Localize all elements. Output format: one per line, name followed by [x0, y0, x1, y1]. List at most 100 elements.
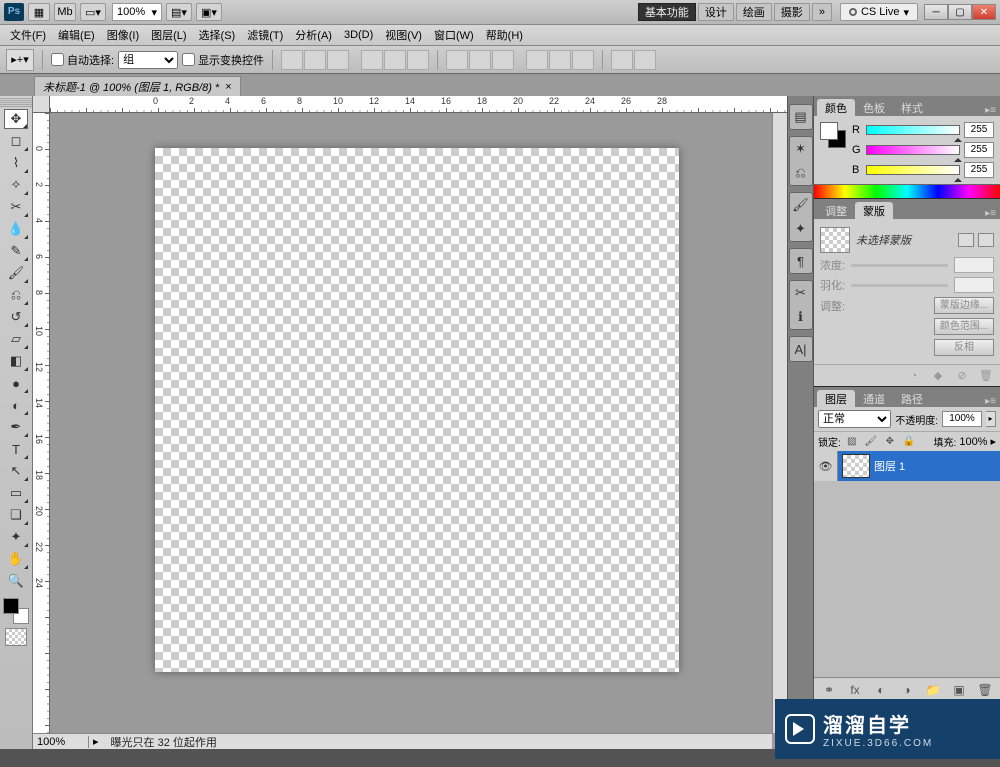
align-group-2[interactable]: [361, 50, 429, 70]
invert-button[interactable]: 反相: [934, 339, 994, 356]
workspace-photo[interactable]: 摄影: [774, 3, 810, 21]
menu-file[interactable]: 文件(F): [4, 25, 52, 45]
minibridge-button[interactable]: Mb: [54, 3, 76, 21]
panel-fg-swatch[interactable]: [820, 122, 838, 140]
menu-3d[interactable]: 3D(D): [338, 27, 379, 43]
document-tab[interactable]: 未标题-1 @ 100% (图层 1, RGB/8) * ×: [34, 76, 241, 96]
lock-position-icon[interactable]: ✥: [882, 435, 898, 449]
workspace-design[interactable]: 设计: [698, 3, 734, 21]
status-doc-info-icon[interactable]: ▸: [89, 735, 103, 748]
slider-g[interactable]: G255: [852, 142, 994, 158]
dock-toolpreset-icon[interactable]: ✦: [792, 220, 810, 238]
fill-value[interactable]: 100%: [959, 436, 987, 448]
lock-transparent-icon[interactable]: ▨: [844, 435, 860, 449]
marquee-tool[interactable]: ◻: [4, 131, 28, 151]
ruler-origin[interactable]: [33, 96, 50, 113]
new-layer-icon[interactable]: ▣: [950, 682, 968, 698]
slider-r[interactable]: R255: [852, 122, 994, 138]
color-panel-menu[interactable]: ▸≡: [985, 105, 996, 116]
bridge-button[interactable]: ▦: [28, 3, 50, 21]
mask-apply-icon[interactable]: ◆: [930, 369, 946, 383]
minimize-button[interactable]: ─: [924, 4, 948, 20]
screen-mode-button[interactable]: ▭▾: [80, 3, 106, 21]
path-tool[interactable]: ↖: [4, 461, 28, 481]
close-button[interactable]: ✕: [972, 4, 996, 20]
scrollbar-vertical[interactable]: [772, 113, 787, 733]
cslive-button[interactable]: CS Live▾: [840, 3, 918, 21]
ruler-horizontal[interactable]: 0246810121416182022242628: [50, 96, 787, 113]
show-transform-checkbox[interactable]: 显示变换控件: [182, 52, 264, 68]
mask-delete-icon[interactable]: 🗑: [978, 369, 994, 383]
menu-filter[interactable]: 滤镜(T): [241, 25, 289, 45]
dock-brush-icon[interactable]: ✶: [792, 140, 810, 158]
spectrum-bar[interactable]: [814, 184, 1000, 198]
mask-panel-menu[interactable]: ▸≡: [985, 208, 996, 219]
opacity-value[interactable]: 100%: [942, 411, 982, 427]
brush-tool[interactable]: 🖌: [4, 263, 28, 283]
toolbox-handle[interactable]: [0, 98, 32, 108]
foreground-swatch[interactable]: [3, 598, 19, 614]
zoom-tool[interactable]: 🔍: [4, 571, 28, 591]
tab-layers[interactable]: 图层: [817, 390, 855, 407]
current-tool-icon[interactable]: ▸+▾: [6, 49, 34, 71]
tab-adjust[interactable]: 调整: [817, 202, 855, 219]
dock-brushpreset-icon[interactable]: 🖌: [792, 196, 810, 214]
extras-button[interactable]: ▣▾: [196, 3, 222, 21]
layer-name[interactable]: 图层 1: [874, 458, 1000, 474]
dock-character-icon[interactable]: A|: [792, 340, 810, 358]
mask-load-icon[interactable]: ◔: [906, 369, 922, 383]
dock-paragraph-icon[interactable]: ¶: [792, 252, 810, 270]
dodge-tool[interactable]: ◐: [4, 395, 28, 415]
3d-tool[interactable]: ❏: [4, 505, 28, 525]
delete-layer-icon[interactable]: 🗑: [976, 682, 994, 698]
layer-thumb[interactable]: [842, 454, 870, 478]
tab-swatches[interactable]: 色板: [855, 99, 893, 116]
quickmask-toggle[interactable]: [5, 628, 27, 646]
color-swatches[interactable]: [3, 598, 29, 624]
lock-all-icon[interactable]: 🔒: [901, 435, 917, 449]
workspace-essentials[interactable]: 基本功能: [638, 3, 696, 21]
adjustment-layer-icon[interactable]: ◑: [898, 682, 916, 698]
arrange-group[interactable]: [611, 50, 656, 70]
3d-camera-tool[interactable]: ✦: [4, 527, 28, 547]
canvas[interactable]: [155, 148, 679, 672]
healing-tool[interactable]: ✎: [4, 241, 28, 261]
distribute-group-1[interactable]: [446, 50, 514, 70]
move-tool[interactable]: ✥: [4, 109, 28, 129]
auto-select-checkbox[interactable]: 自动选择:: [51, 52, 114, 68]
ruler-vertical[interactable]: 024681012141618202224: [33, 113, 50, 749]
stamp-tool[interactable]: ⎌: [4, 285, 28, 305]
vector-mask-icon[interactable]: [978, 233, 994, 247]
tab-channels[interactable]: 通道: [855, 390, 893, 407]
pen-tool[interactable]: ✒: [4, 417, 28, 437]
lasso-tool[interactable]: ⌇: [4, 153, 28, 173]
layer-visibility-icon[interactable]: 👁: [814, 451, 838, 481]
menu-edit[interactable]: 编辑(E): [52, 25, 101, 45]
tab-mask[interactable]: 蒙版: [855, 202, 893, 219]
dock-history-icon[interactable]: ▤: [792, 108, 810, 126]
wand-tool[interactable]: ✧: [4, 175, 28, 195]
eraser-tool[interactable]: ▱: [4, 329, 28, 349]
tab-color[interactable]: 颜色: [817, 99, 855, 116]
fx-icon[interactable]: fx: [846, 682, 864, 698]
document-tab-close[interactable]: ×: [225, 81, 231, 93]
tab-paths[interactable]: 路径: [893, 390, 931, 407]
hand-tool[interactable]: ✋: [4, 549, 28, 569]
workspace-more[interactable]: »: [812, 3, 832, 21]
menu-help[interactable]: 帮助(H): [480, 25, 529, 45]
menu-image[interactable]: 图像(I): [101, 25, 145, 45]
gradient-tool[interactable]: ◧: [4, 351, 28, 371]
maximize-button[interactable]: ▢: [948, 4, 972, 20]
menu-layer[interactable]: 图层(L): [145, 25, 192, 45]
menu-select[interactable]: 选择(S): [193, 25, 242, 45]
link-layers-icon[interactable]: ⚭: [820, 682, 838, 698]
arrange-button[interactable]: ▤▾: [166, 3, 192, 21]
history-brush-tool[interactable]: ↺: [4, 307, 28, 327]
fill-slider-arrow[interactable]: ▸: [990, 435, 996, 448]
zoom-select[interactable]: 100%▾: [112, 3, 162, 21]
blur-tool[interactable]: ●: [4, 373, 28, 393]
distribute-group-2[interactable]: [526, 50, 594, 70]
panel-color-swatches[interactable]: [820, 122, 846, 148]
crop-tool[interactable]: ✂: [4, 197, 28, 217]
slider-b[interactable]: B255: [852, 162, 994, 178]
